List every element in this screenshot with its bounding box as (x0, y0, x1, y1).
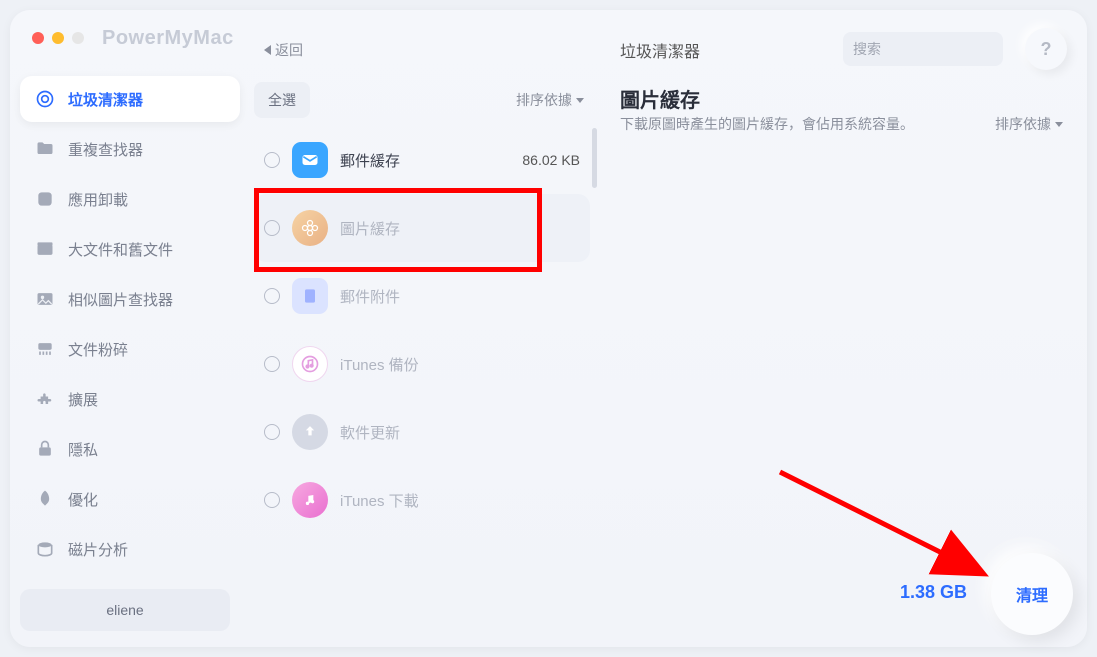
sidebar-item-label: 磁片分析 (68, 539, 128, 560)
back-label: 返回 (275, 40, 303, 60)
chevron-down-icon (1055, 122, 1063, 127)
list-item-software-update[interactable]: 軟件更新 (254, 398, 590, 466)
attachment-icon (292, 278, 328, 314)
list-item-size: 86.02 KB (522, 152, 580, 168)
header-module-title: 垃圾清潔器 (620, 38, 700, 62)
sidebar-item-label: 文件粉碎 (68, 339, 128, 360)
search-box[interactable] (843, 32, 1003, 66)
close-window-button[interactable] (32, 32, 44, 44)
clean-label: 清理 (1016, 582, 1048, 606)
user-chip[interactable]: eliene (20, 589, 230, 631)
list-item-image-cache[interactable]: 圖片緩存 (254, 194, 590, 262)
scrollbar-thumb[interactable] (592, 128, 597, 188)
list-item-itunes-backup[interactable]: iTunes 備份 (254, 330, 590, 398)
sidebar-item-duplicate-finder[interactable]: 重複查找器 (20, 126, 240, 172)
select-all-label: 全選 (268, 92, 296, 108)
scan-result-list: 郵件緩存 86.02 KB 圖片緩存 郵件附件 iTunes 備份 (254, 126, 590, 534)
upload-icon (292, 414, 328, 450)
total-size: 1.38 GB (900, 582, 967, 603)
mid-header: 全選 排序依據 (254, 82, 584, 118)
sidebar: 垃圾清潔器 重複查找器 應用卸載 大文件和舊文件 相似圖片查找器 (20, 76, 240, 627)
radio-unchecked[interactable] (264, 288, 280, 304)
help-button[interactable]: ? (1025, 28, 1067, 70)
sidebar-item-label: 應用卸載 (68, 189, 128, 210)
radio-unchecked[interactable] (264, 424, 280, 440)
sort-by-label: 排序依據 (516, 90, 572, 110)
app-title: PowerMyMac (102, 27, 234, 50)
radio-unchecked[interactable] (264, 220, 280, 236)
chevron-down-icon (576, 98, 584, 103)
sidebar-item-extensions[interactable]: 擴展 (20, 376, 240, 422)
music-icon (292, 346, 328, 382)
shredder-icon (34, 338, 56, 360)
target-icon (34, 88, 56, 110)
help-label: ? (1041, 39, 1052, 60)
sidebar-item-privacy[interactable]: 隱私 (20, 426, 240, 472)
sidebar-item-similar-image-finder[interactable]: 相似圖片查找器 (20, 276, 240, 322)
sidebar-item-app-uninstall[interactable]: 應用卸載 (20, 176, 240, 222)
list-item-mail-attachments[interactable]: 郵件附件 (254, 262, 590, 330)
sidebar-item-disk-analysis[interactable]: 磁片分析 (20, 526, 240, 572)
app-icon (34, 188, 56, 210)
lock-icon (34, 438, 56, 460)
list-item-label: 郵件緩存 (340, 150, 510, 171)
list-item-itunes-download[interactable]: iTunes 下載 (254, 466, 590, 534)
mid-sort-by[interactable]: 排序依據 (516, 90, 584, 110)
list-item-label: iTunes 備份 (340, 354, 580, 375)
app-window: PowerMyMac 返回 垃圾清潔器 ? 垃圾清潔器 重複查找器 (10, 10, 1087, 647)
detail-title: 圖片緩存 (620, 84, 700, 113)
minimize-window-button[interactable] (52, 32, 64, 44)
box-icon (34, 238, 56, 260)
folder-icon (34, 138, 56, 160)
sidebar-item-label: 重複查找器 (68, 139, 143, 160)
image-icon (34, 288, 56, 310)
list-item-mail-cache[interactable]: 郵件緩存 86.02 KB (254, 126, 590, 194)
sidebar-item-label: 大文件和舊文件 (68, 239, 173, 260)
sidebar-item-label: 隱私 (68, 439, 98, 460)
radio-unchecked[interactable] (264, 492, 280, 508)
sidebar-item-label: 優化 (68, 489, 98, 510)
traffic-lights (32, 32, 84, 44)
sidebar-item-label: 垃圾清潔器 (68, 89, 143, 110)
clean-button[interactable]: 清理 (991, 553, 1073, 635)
list-item-label: iTunes 下載 (340, 490, 580, 511)
annotation-arrow (770, 462, 1010, 602)
select-all-button[interactable]: 全選 (254, 82, 310, 118)
detail-description: 下載原圖時產生的圖片緩存，會佔用系統容量。 (620, 114, 914, 134)
list-item-label: 軟件更新 (340, 422, 580, 443)
sort-by-label: 排序依據 (995, 114, 1051, 134)
rocket-icon (34, 488, 56, 510)
list-item-label: 圖片緩存 (340, 218, 580, 239)
disk-icon (34, 538, 56, 560)
search-input[interactable] (853, 41, 1034, 57)
sidebar-item-large-old-files[interactable]: 大文件和舊文件 (20, 226, 240, 272)
radio-unchecked[interactable] (264, 152, 280, 168)
flower-icon (292, 210, 328, 246)
sidebar-item-label: 相似圖片查找器 (68, 289, 173, 310)
sidebar-item-junk-cleaner[interactable]: 垃圾清潔器 (20, 76, 240, 122)
chevron-left-icon (264, 45, 271, 55)
sidebar-item-label: 擴展 (68, 389, 98, 410)
radio-unchecked[interactable] (264, 356, 280, 372)
sidebar-item-file-shredder[interactable]: 文件粉碎 (20, 326, 240, 372)
list-item-label: 郵件附件 (340, 286, 580, 307)
sidebar-item-optimize[interactable]: 優化 (20, 476, 240, 522)
mail-icon (292, 142, 328, 178)
puzzle-icon (34, 388, 56, 410)
detail-sort-by[interactable]: 排序依據 (995, 114, 1063, 134)
maximize-window-button[interactable] (72, 32, 84, 44)
music-note-icon (292, 482, 328, 518)
back-button[interactable]: 返回 (264, 40, 303, 60)
user-name: eliene (106, 602, 143, 618)
